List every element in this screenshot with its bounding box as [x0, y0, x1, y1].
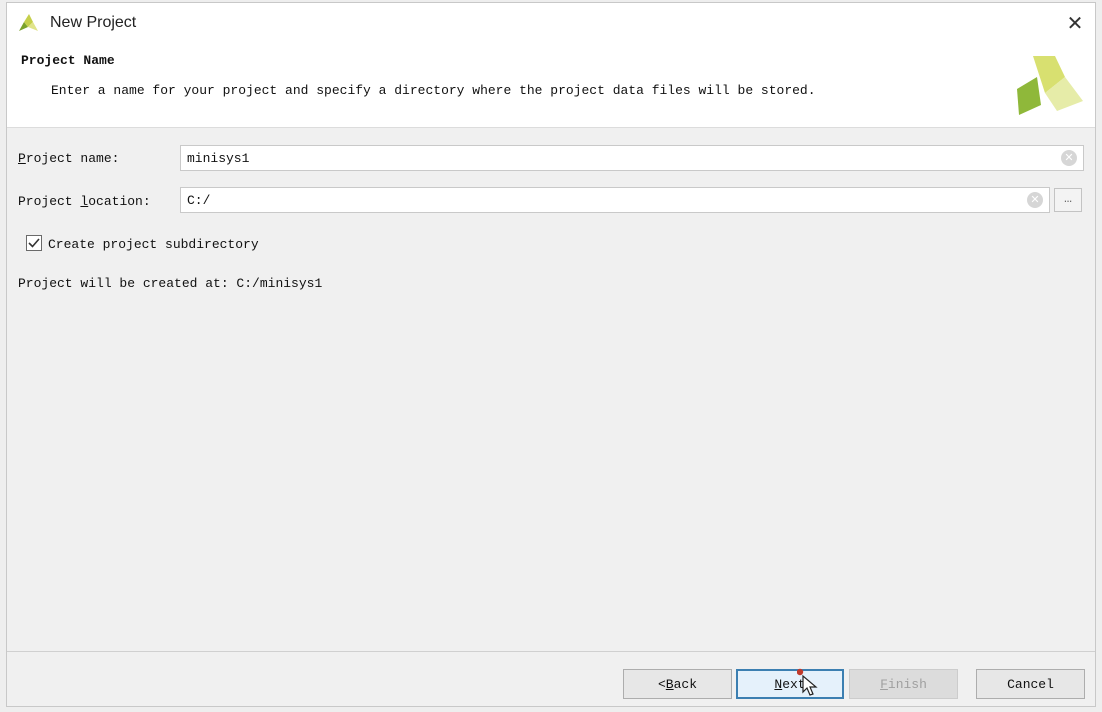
- project-name-value: minisys1: [187, 151, 250, 166]
- clear-icon[interactable]: ✕: [1061, 150, 1077, 166]
- create-subdirectory-label: Create project subdirectory: [48, 237, 259, 252]
- close-button[interactable]: ✕: [1061, 10, 1089, 36]
- finish-button[interactable]: Finish: [849, 669, 958, 699]
- cancel-button[interactable]: Cancel: [976, 669, 1085, 699]
- next-button[interactable]: Next: [736, 669, 844, 699]
- window-title: New Project: [50, 14, 137, 31]
- created-at-text: Project will be created at: C:/minisys1: [18, 276, 323, 291]
- checkbox-checked-icon: [28, 238, 40, 248]
- close-icon: ✕: [1066, 11, 1084, 35]
- browse-location-button[interactable]: …: [1054, 188, 1082, 212]
- footer-divider: [7, 651, 1095, 652]
- project-name-input[interactable]: minisys1: [180, 145, 1084, 171]
- new-project-dialog: New Project ✕ Project Name Enter a name …: [6, 2, 1096, 707]
- project-location-label: Project location:: [18, 194, 151, 209]
- wizard-header: Project Name Enter a name for your proje…: [7, 43, 1095, 127]
- back-button[interactable]: < Back: [623, 669, 732, 699]
- title-bar: New Project ✕: [7, 3, 1095, 43]
- project-location-input[interactable]: C:/: [180, 187, 1050, 213]
- page-description: Enter a name for your project and specif…: [51, 83, 816, 98]
- vivado-logo-icon: [19, 14, 38, 31]
- mouse-pointer-icon: [797, 668, 818, 696]
- vivado-brand-logo-icon: [1017, 56, 1083, 115]
- header-divider: [7, 127, 1095, 128]
- create-subdirectory-checkbox[interactable]: [26, 235, 42, 251]
- project-name-label: Project name:: [18, 151, 120, 166]
- project-location-value: C:/: [187, 193, 211, 208]
- page-title: Project Name: [21, 53, 115, 68]
- clear-icon[interactable]: ✕: [1027, 192, 1043, 208]
